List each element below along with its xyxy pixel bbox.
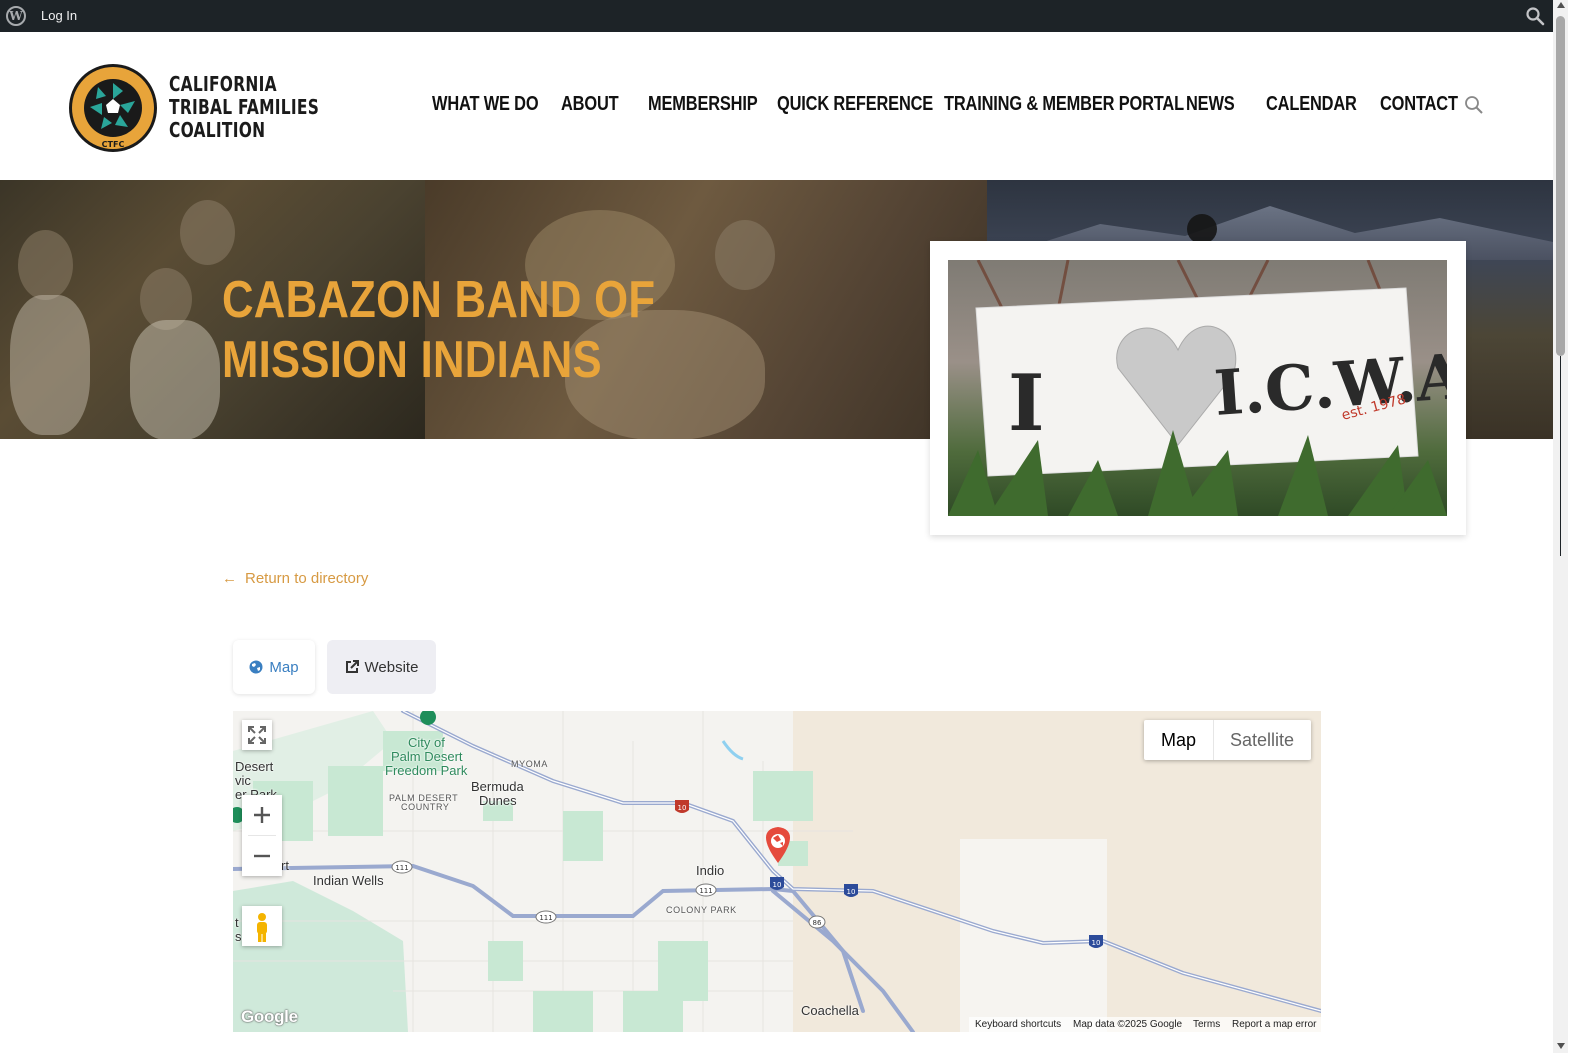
nav-about[interactable]: ABOUT bbox=[561, 93, 619, 116]
logo-line: TRIBAL FAMILIES bbox=[169, 95, 320, 119]
interstate-10-shield: 10 bbox=[675, 800, 689, 813]
admin-bar: W Log In bbox=[0, 0, 1553, 32]
zoom-control bbox=[242, 795, 282, 876]
seal-abbr: CTFC bbox=[102, 140, 125, 149]
map-type-control: Map Satellite bbox=[1144, 720, 1311, 760]
logo-line: CALIFORNIA bbox=[169, 72, 277, 96]
map-label-freedom-park: Freedom Park bbox=[385, 763, 468, 778]
fullscreen-button[interactable] bbox=[242, 720, 272, 750]
svg-text:111: 111 bbox=[395, 864, 408, 872]
scroll-up-icon[interactable] bbox=[1557, 2, 1565, 8]
svg-text:10: 10 bbox=[847, 888, 856, 896]
tab-map-label: Map bbox=[269, 658, 299, 676]
map-data-attribution: Map data ©2025 Google bbox=[1073, 1019, 1183, 1030]
interstate-10-shield: 10 bbox=[1089, 935, 1103, 948]
map-label-indian-wells: Indian Wells bbox=[313, 873, 384, 888]
map-label-airport: rt bbox=[281, 858, 289, 873]
terms-link[interactable]: Terms bbox=[1193, 1019, 1220, 1030]
map-label-country: COUNTRY bbox=[401, 802, 450, 812]
external-link-icon bbox=[345, 660, 359, 673]
scrollbar-thumb[interactable] bbox=[1556, 16, 1565, 356]
tab-map[interactable]: Map bbox=[233, 640, 315, 694]
svg-text:10: 10 bbox=[1092, 939, 1101, 947]
route-111-shield: 111 bbox=[535, 910, 557, 924]
page-scrollbar[interactable] bbox=[1553, 0, 1568, 1053]
map-label-bermuda: Bermuda bbox=[471, 779, 524, 794]
svg-text:111: 111 bbox=[539, 914, 552, 922]
fullscreen-icon bbox=[248, 726, 266, 744]
map-label-edge-s: s bbox=[235, 929, 242, 944]
site-logo-text[interactable]: CALIFORNIA TRIBAL FAMILIES COALITION bbox=[169, 73, 319, 142]
tab-website[interactable]: Website bbox=[327, 640, 436, 694]
route-86-shield: 86 bbox=[808, 915, 826, 929]
map-label-dunes: Dunes bbox=[479, 793, 517, 808]
admin-login-link[interactable]: Log In bbox=[41, 8, 77, 23]
street-view-button[interactable] bbox=[242, 906, 282, 946]
report-map-error-link[interactable]: Report a map error bbox=[1232, 1019, 1316, 1030]
nav-membership[interactable]: MEMBERSHIP bbox=[648, 93, 758, 116]
nav-news[interactable]: NEWS bbox=[1186, 93, 1235, 116]
map-type-map[interactable]: Map bbox=[1161, 730, 1196, 751]
search-icon[interactable] bbox=[1464, 95, 1484, 115]
route-111-shield: 111 bbox=[391, 860, 413, 874]
scrollbar-track-line bbox=[1560, 356, 1561, 556]
logo-line: COALITION bbox=[169, 118, 266, 142]
pegman-icon bbox=[257, 913, 267, 942]
nav-calendar[interactable]: CALENDAR bbox=[1266, 93, 1357, 116]
google-map[interactable]: 10 10 10 10 111 111 111 86 Desert vic er… bbox=[233, 711, 1321, 1032]
zoom-in-button[interactable] bbox=[242, 795, 282, 835]
return-link-label: Return to directory bbox=[245, 570, 369, 587]
svg-text:10: 10 bbox=[773, 881, 782, 889]
return-to-directory-link[interactable]: ← Return to directory bbox=[222, 570, 368, 587]
keyboard-shortcuts-link[interactable]: Keyboard shortcuts bbox=[975, 1019, 1061, 1030]
map-label-indio: Indio bbox=[696, 863, 725, 878]
svg-text:86: 86 bbox=[813, 919, 822, 927]
interstate-10-shield: 10 bbox=[770, 877, 784, 890]
arrow-left-icon: ← bbox=[222, 570, 237, 587]
plus-icon bbox=[254, 807, 270, 823]
zoom-out-button[interactable] bbox=[242, 836, 282, 876]
interstate-10-shield: 10 bbox=[844, 884, 858, 897]
route-111-shield: 111 bbox=[695, 883, 717, 897]
svg-text:10: 10 bbox=[678, 804, 687, 812]
tab-website-label: Website bbox=[364, 658, 419, 676]
google-logo[interactable]: Google bbox=[241, 1007, 298, 1027]
map-label-desert: Desert bbox=[235, 759, 274, 774]
map-footer: Keyboard shortcuts Map data ©2025 Google… bbox=[969, 1017, 1321, 1032]
scroll-down-icon[interactable] bbox=[1557, 1043, 1565, 1049]
svg-text:111: 111 bbox=[699, 887, 712, 895]
nav-contact[interactable]: CONTACT bbox=[1380, 93, 1458, 116]
map-label-city-of: City of bbox=[408, 735, 445, 750]
map-label-edge-t: t bbox=[235, 915, 239, 930]
site-header: CTFC CALIFORNIA TRIBAL FAMILIES COALITIO… bbox=[0, 32, 1553, 180]
minus-icon bbox=[254, 854, 270, 858]
page-title: CABAZON BAND OF MISSION INDIANS bbox=[222, 271, 656, 389]
map-label-civic: vic bbox=[235, 773, 251, 788]
ctfc-seal-logo[interactable]: CTFC bbox=[68, 63, 158, 153]
icwa-sign-image: I I.C.W.A. est. 1978 bbox=[948, 260, 1447, 516]
featured-image-frame: I I.C.W.A. est. 1978 bbox=[930, 241, 1466, 535]
map-label-colony-park: COLONY PARK bbox=[666, 905, 737, 915]
admin-search-icon[interactable] bbox=[1525, 6, 1545, 26]
map-label-palm-desert: Palm Desert bbox=[391, 749, 463, 764]
nav-what-we-do[interactable]: WHAT WE DO bbox=[432, 93, 539, 116]
nav-quick-reference[interactable]: QUICK REFERENCE bbox=[777, 93, 933, 116]
sign-text-i: I bbox=[1008, 358, 1045, 449]
globe-icon bbox=[249, 660, 263, 674]
wordpress-icon[interactable]: W bbox=[6, 6, 26, 26]
map-label-myoma: MYOMA bbox=[511, 759, 549, 769]
map-label-coachella: Coachella bbox=[801, 1003, 859, 1018]
nav-training-member-portal[interactable]: TRAINING & MEMBER PORTAL bbox=[944, 93, 1184, 116]
map-type-satellite[interactable]: Satellite bbox=[1230, 730, 1294, 751]
